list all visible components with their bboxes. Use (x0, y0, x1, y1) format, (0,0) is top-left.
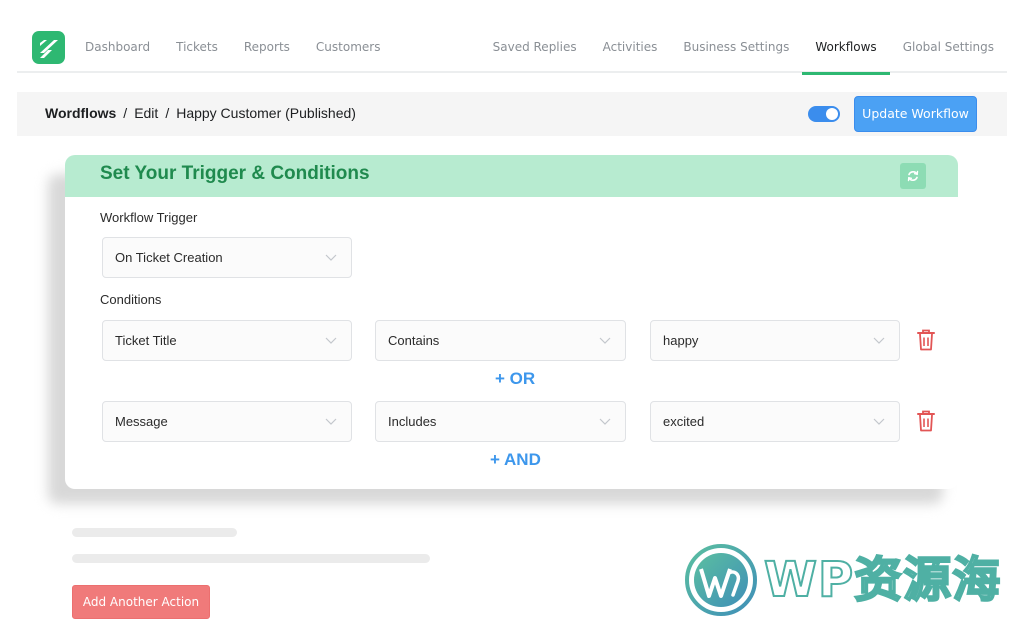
chevron-down-icon (873, 418, 885, 425)
toggle-knob (826, 108, 838, 120)
refresh-icon (907, 170, 919, 182)
condition-operator-select[interactable]: Includes (375, 401, 626, 442)
add-and-condition-button[interactable]: + AND (490, 450, 541, 470)
top-navigation: Dashboard Tickets Reports Customers Save… (17, 22, 1007, 75)
chevron-down-icon (599, 337, 611, 344)
breadcrumb-separator: / (123, 105, 128, 121)
nav-tickets[interactable]: Tickets (163, 22, 231, 73)
wordpress-watermark-icon (685, 544, 757, 616)
nav-business-settings[interactable]: Business Settings (670, 22, 802, 73)
condition-field-select[interactable]: Message (102, 401, 352, 442)
nav-saved-replies[interactable]: Saved Replies (480, 22, 590, 73)
trigger-conditions-card: Set Your Trigger & Conditions Workflow T… (65, 155, 958, 489)
condition-field-value: Ticket Title (115, 333, 177, 348)
chevron-down-icon (599, 418, 611, 425)
condition-operator-value: Contains (388, 333, 440, 348)
refresh-button[interactable] (900, 163, 926, 189)
breadcrumb-edit[interactable]: Edit (134, 92, 158, 134)
condition-value-select[interactable]: happy (650, 320, 900, 361)
update-workflow-button[interactable]: Update Workflow (854, 96, 977, 132)
app-logo[interactable] (32, 31, 65, 64)
nav-activities[interactable]: Activities (590, 22, 671, 73)
condition-operator-select[interactable]: Contains (375, 320, 626, 361)
condition-value: happy (663, 333, 699, 348)
add-or-condition-button[interactable]: + OR (495, 369, 535, 389)
condition-field-select[interactable]: Ticket Title (102, 320, 352, 361)
nav-left: Dashboard Tickets Reports Customers (85, 22, 393, 73)
card-title: Set Your Trigger & Conditions (100, 163, 370, 184)
publish-toggle[interactable] (808, 106, 840, 122)
trash-icon[interactable] (915, 409, 937, 433)
breadcrumb-separator: / (165, 105, 170, 121)
card-header: Set Your Trigger & Conditions (65, 155, 958, 197)
chevron-down-icon (325, 254, 337, 261)
nav-customers[interactable]: Customers (303, 22, 394, 73)
nav-dashboard[interactable]: Dashboard (85, 22, 163, 73)
condition-operator-value: Includes (388, 414, 437, 429)
skeleton-line (72, 554, 430, 563)
nav-reports[interactable]: Reports (231, 22, 303, 73)
workflow-trigger-label: Workflow Trigger (100, 210, 198, 225)
chevron-down-icon (873, 337, 885, 344)
condition-field-value: Message (115, 414, 168, 429)
nav-right: Saved Replies Activities Business Settin… (480, 22, 1007, 75)
nav-global-settings[interactable]: Global Settings (890, 22, 1007, 73)
chevron-down-icon (325, 337, 337, 344)
watermark-text: WP资源海 (763, 551, 1002, 609)
skeleton-line (72, 528, 237, 537)
trigger-select[interactable]: On Ticket Creation (102, 237, 352, 278)
breadcrumb-bar: Wordflows / Edit / Happy Customer (Publi… (17, 92, 1007, 136)
logo-icon (40, 40, 58, 58)
breadcrumb: Wordflows / Edit / Happy Customer (Publi… (45, 92, 356, 134)
trash-icon[interactable] (915, 328, 937, 352)
add-another-action-button[interactable]: Add Another Action (72, 585, 210, 619)
condition-value: excited (663, 414, 705, 429)
nav-workflows[interactable]: Workflows (802, 22, 891, 75)
trigger-select-value: On Ticket Creation (115, 250, 223, 265)
chevron-down-icon (325, 418, 337, 425)
breadcrumb-root[interactable]: Wordflows (45, 92, 116, 134)
condition-value-select[interactable]: excited (650, 401, 900, 442)
breadcrumb-current: Happy Customer (Published) (176, 105, 356, 121)
conditions-label: Conditions (100, 292, 162, 307)
